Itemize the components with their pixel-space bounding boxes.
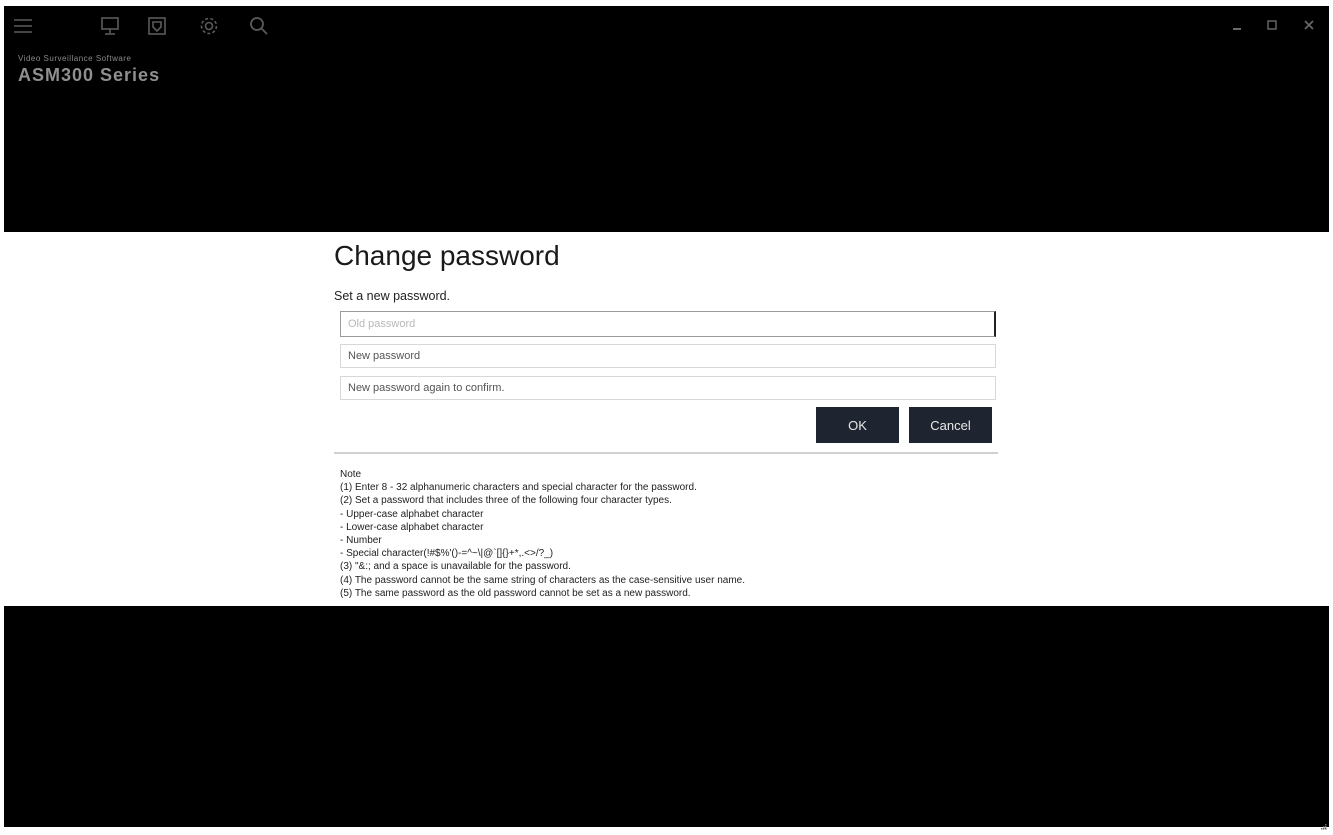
note-line: - Upper-case alphabet character: [340, 508, 484, 520]
note-line: (5) The same password as the old passwor…: [340, 587, 691, 599]
menu-icon[interactable]: [12, 15, 34, 37]
note-line: (1) Enter 8 - 32 alphanumeric characters…: [340, 482, 697, 494]
monitor-icon[interactable]: [99, 15, 121, 37]
dialog-title: Change password: [334, 240, 560, 271]
close-icon[interactable]: [1302, 18, 1316, 32]
password-notes: Note (1) Enter 8 - 32 alphanumeric chara…: [340, 468, 745, 600]
old-password-input[interactable]: [340, 311, 996, 337]
maximize-icon[interactable]: [1265, 18, 1279, 32]
brand-logo: Video Surveillance Software ASM300 Serie…: [18, 54, 160, 86]
resize-grip-icon[interactable]: [1319, 817, 1327, 830]
ok-button[interactable]: OK: [816, 407, 899, 443]
map-icon[interactable]: [146, 15, 168, 37]
note-line: (2) Set a password that includes three o…: [340, 495, 672, 507]
minimize-icon[interactable]: [1230, 18, 1244, 32]
new-password-input[interactable]: [340, 344, 996, 368]
note-heading: Note: [340, 469, 362, 480]
confirm-password-input[interactable]: [340, 376, 996, 400]
brand-name: ASM300 Series: [18, 65, 161, 85]
note-line: (3) "&:; and a space is unavailable for …: [340, 561, 571, 573]
note-line: - Number: [340, 535, 382, 547]
cancel-button[interactable]: Cancel: [909, 407, 992, 443]
divider: [334, 452, 998, 454]
search-icon[interactable]: [248, 15, 270, 37]
note-line: - Lower-case alphabet character: [340, 521, 484, 533]
change-password-panel: Change password Set a new password. OK C…: [4, 232, 1329, 606]
note-line: (4) The password cannot be the same stri…: [340, 574, 746, 586]
brand-subtitle: Video Surveillance Software: [18, 54, 132, 63]
dialog-subtitle: Set a new password.: [334, 289, 451, 303]
note-line: - Special character(!#$%'()-=^~\|@`[]{}+…: [340, 548, 554, 560]
application-window: Video Surveillance Software ASM300 Serie…: [4, 6, 1329, 830]
gear-icon[interactable]: [198, 15, 220, 37]
title-bar: [4, 6, 1329, 46]
